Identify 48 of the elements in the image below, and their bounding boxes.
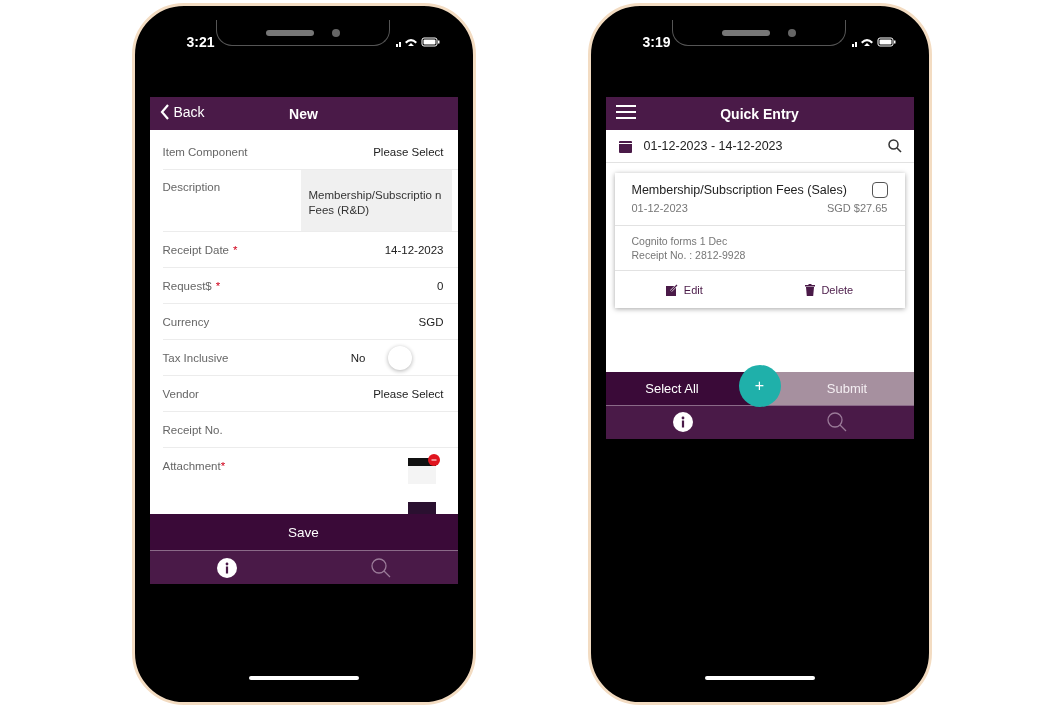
receipt-number: Receipt No. : 2812-9928 — [631, 249, 747, 261]
field-label: Request$ — [162, 279, 212, 292]
field-label: Vendor — [162, 387, 199, 400]
edit-button[interactable]: Edit — [663, 281, 705, 298]
attachment-thumbnail[interactable] — [407, 502, 436, 514]
screen-title: New — [289, 105, 318, 122]
calendar-icon[interactable] — [618, 139, 632, 153]
entry-amount: SGD $27.65 — [826, 202, 888, 214]
entry-note: Cognito forms 1 Dec — [631, 235, 729, 247]
search-icon[interactable] — [887, 139, 902, 153]
entry-date: 01-12-2023 — [631, 202, 688, 214]
field-label: Tax Inclusive — [162, 351, 229, 364]
field-label: Currency — [162, 315, 210, 328]
date-range[interactable]: 01-12-2023 - 14-12-2023 — [643, 139, 876, 153]
select-field[interactable]: Please Select — [373, 145, 444, 158]
status-time: 3:21 — [186, 34, 215, 50]
remove-badge-icon[interactable] — [427, 454, 440, 466]
description-field[interactable]: Membership/Subscriptio n Fees (R&D) — [300, 170, 452, 231]
input-field[interactable]: 0 — [437, 279, 444, 292]
field-label: Item Component — [162, 145, 248, 158]
chevron-left-icon — [159, 104, 170, 120]
field-label: Receipt No. — [162, 423, 223, 436]
input-field[interactable]: SGD — [418, 315, 444, 328]
status-time: 3:19 — [642, 34, 671, 50]
field-label: Description — [162, 181, 221, 195]
info-icon[interactable] — [216, 557, 237, 578]
input-field[interactable]: 14-12-2023 — [384, 243, 444, 256]
delete-button[interactable]: Delete — [803, 281, 856, 298]
toggle-value: No — [350, 351, 366, 364]
required-mark: * — [233, 243, 238, 256]
edit-icon — [665, 283, 678, 296]
checkbox[interactable] — [871, 182, 888, 198]
trash-icon — [805, 283, 816, 296]
status-icons — [851, 36, 896, 48]
required-mark: * — [215, 279, 221, 292]
info-icon[interactable] — [672, 412, 693, 432]
entry-card[interactable]: Membership/Subscription Fees (Sales) 01-12-2023 SGD $27.65 Cognito forms 1 Dec Receipt No. : 2812-9928 Edit Delete — [614, 173, 905, 308]
attachment-thumbnail[interactable] — [407, 458, 436, 484]
status-icons — [395, 36, 440, 48]
field-label: Attachment — [162, 460, 221, 472]
screen-title: Quick Entry — [720, 105, 799, 122]
required-mark: * — [220, 460, 226, 472]
save-button[interactable]: Save — [149, 514, 458, 550]
select-field[interactable]: Please Select — [373, 387, 444, 400]
menu-icon[interactable] — [615, 105, 636, 119]
back-button[interactable]: Back — [157, 102, 207, 122]
entry-title: Membership/Subscription Fees (Sales) — [631, 183, 847, 197]
field-label: Receipt Date — [162, 243, 229, 256]
